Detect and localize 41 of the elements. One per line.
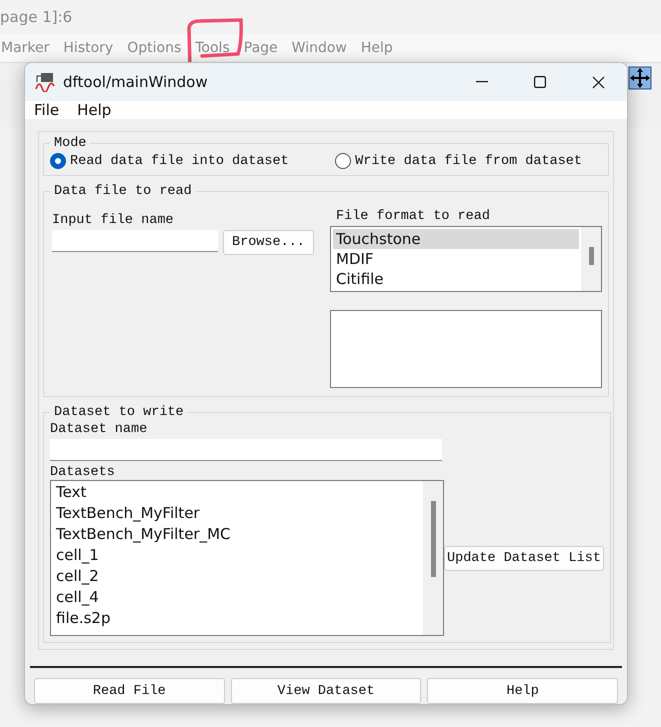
maximize-icon[interactable] — [534, 76, 546, 88]
menu-item[interactable]: File — [34, 101, 60, 119]
format-list[interactable]: Touchstone MDIF Citifile — [330, 226, 602, 292]
list-item[interactable]: cell_2 — [53, 566, 421, 587]
scrollbar-thumb[interactable] — [430, 501, 436, 577]
list-item[interactable]: TextBench_MyFilter — [53, 503, 421, 524]
radio-label: Write data file from dataset — [355, 154, 582, 168]
radio-button[interactable] — [50, 153, 66, 169]
action-button[interactable]: View Dataset — [230, 678, 422, 704]
action-button[interactable]: Help — [427, 678, 618, 704]
close-icon[interactable] — [592, 76, 604, 88]
input-field[interactable] — [50, 439, 442, 461]
radio-label: Read data file into dataset — [70, 154, 289, 168]
action-button[interactable]: Read File — [34, 678, 225, 704]
dataset-list[interactable]: Text TextBench_MyFilter TextBench_MyFilter_MC cell_1 cell_2 cell_4 file.s2p — [50, 480, 444, 636]
field-label: Input file name — [52, 213, 175, 228]
app-icon — [35, 72, 55, 92]
group-title: Mode — [53, 136, 88, 151]
list-item[interactable]: Touchstone — [333, 229, 579, 249]
radio-button[interactable] — [335, 153, 352, 169]
app-title: page 1]:6 — [0, 8, 72, 26]
move-icon[interactable] — [628, 66, 652, 90]
update-button[interactable]: Update Dataset List — [444, 546, 604, 570]
minimize-icon[interactable] — [476, 81, 488, 83]
list-item[interactable]: Text — [53, 482, 421, 503]
list-item[interactable]: MDIF — [333, 249, 579, 269]
group-title: Dataset to write — [53, 405, 185, 420]
field-label: Dataset name — [50, 422, 148, 437]
list-item[interactable]: Citifile — [333, 269, 579, 289]
group-title: Data file to read — [53, 184, 193, 199]
field-label: File format to read — [336, 209, 491, 224]
scrollbar-thumb[interactable] — [588, 247, 594, 265]
list-item[interactable]: cell_1 — [53, 545, 421, 566]
browse-button[interactable]: Browse... — [223, 230, 314, 255]
input-field[interactable] — [52, 230, 218, 252]
field-label: Datasets — [50, 465, 116, 480]
menu-item[interactable]: Help — [77, 101, 112, 119]
list-item[interactable]: cell_4 — [53, 587, 421, 608]
list-item[interactable]: TextBench_MyFilter_MC — [53, 524, 421, 545]
list-item[interactable]: file.s2p — [53, 608, 421, 629]
window-title: dftool/mainWindow — [63, 73, 209, 91]
